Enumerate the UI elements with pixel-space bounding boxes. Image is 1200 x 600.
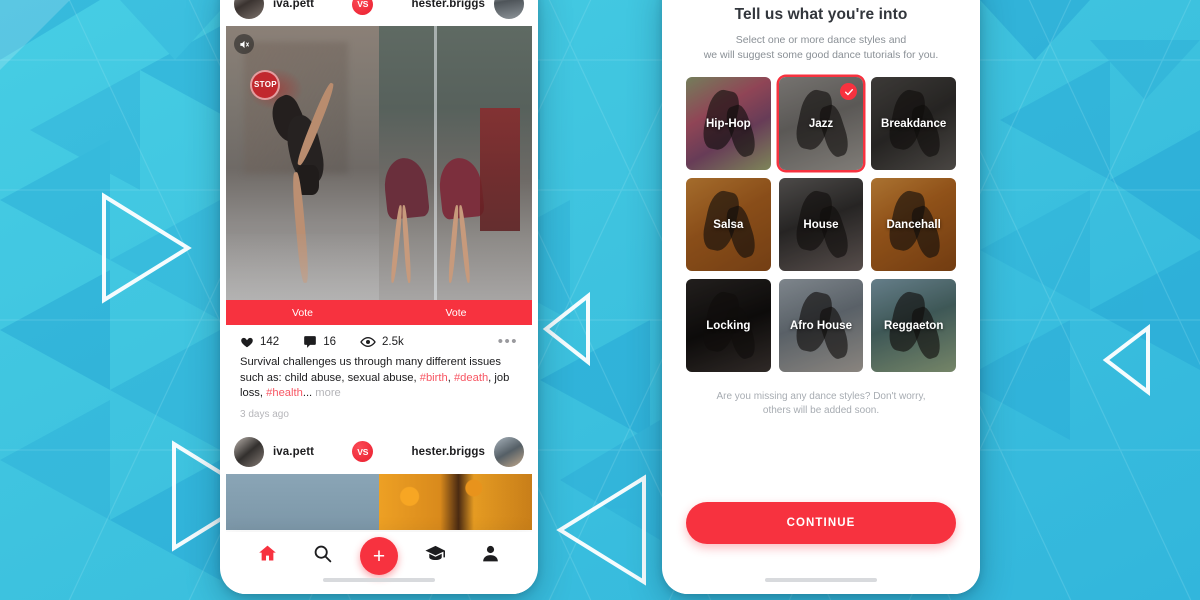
style-card-label: Afro House [790,319,852,332]
style-card-label: Hip-Hop [705,117,751,130]
subtitle-line-1: Select one or more dance styles and [735,34,907,46]
style-card-hip-hop[interactable]: Hip-Hop [686,77,771,170]
dancer-reflection [382,155,434,284]
page-subtitle: Select one or more dance styles and we w… [686,24,956,62]
person-icon [480,543,501,569]
username-left[interactable]: iva.pett [273,446,314,458]
feed-list[interactable]: iva.pett VS hester.briggs STOP Vote Vote… [226,0,532,594]
style-card-label: Salsa [713,218,744,231]
post-caption: Survival challenges us through many diff… [226,355,532,402]
username-right[interactable]: hester.briggs [411,446,485,458]
username-right[interactable]: hester.briggs [411,0,485,10]
style-card-label: House [803,218,839,231]
wet-pavement [226,234,379,300]
page-title: Tell us what you're into [734,6,908,23]
dance-style-grid: Hip-Hop Jazz Breakdance Salsa House Danc… [686,77,956,372]
media-right-dancer-window[interactable] [379,26,532,300]
vs-badge: VS [352,0,374,15]
view-count: 2.5k [381,336,404,348]
post-media-versus[interactable] [226,473,532,530]
nav-profile-button[interactable] [474,539,508,573]
nav-create-button[interactable]: + [359,537,398,575]
style-card-label: Jazz [808,117,834,130]
heart-icon [240,335,254,349]
like-count: 142 [260,336,280,348]
subtitle-line-2: we will suggest some good dance tutorial… [703,48,939,61]
more-horizontal-icon[interactable]: ••• [498,334,518,349]
check-icon [840,83,858,100]
caption-ellipsis: ... [302,387,316,399]
graduation-cap-icon [424,542,447,570]
post-media-versus[interactable]: STOP [226,26,532,300]
search-icon [312,543,333,569]
speaker-mute-icon[interactable] [234,34,254,54]
vote-left-button[interactable]: Vote [226,300,379,325]
style-card-jazz[interactable]: Jazz [778,77,864,170]
comment-icon [303,335,317,349]
comment-stat[interactable]: 16 [303,335,336,349]
avatar[interactable] [234,0,264,19]
dancer-figure [437,155,489,284]
style-card-afro-house[interactable]: Afro House [778,279,864,372]
hashtag-health[interactable]: #health [266,387,303,399]
caption-more-link[interactable]: more [315,387,341,399]
post-header: iva.pett VS hester.briggs [226,0,532,26]
avatar[interactable] [494,436,524,467]
post-header: iva.pett VS hester.briggs [226,429,532,474]
avatar[interactable] [494,0,524,19]
post-timestamp: 3 days ago [240,408,289,420]
onboarding-screen: Tell us what you're into Select one or m… [668,0,974,594]
note-line-1: Are you missing any dance styles? Don't … [716,391,926,402]
hashtag-death[interactable]: #death [454,372,488,384]
phone-right-onboarding: Tell us what you're into Select one or m… [662,0,980,594]
media-left-sky[interactable] [226,473,379,530]
plus-icon: + [372,544,386,568]
nav-search-button[interactable] [305,539,339,573]
vote-right-button[interactable]: Vote [379,300,532,325]
phone-left-feed: iva.pett VS hester.briggs STOP Vote Vote… [220,0,538,594]
missing-styles-note: Are you missing any dance styles? Don't … [686,390,956,418]
note-line-2: others will be added soon. [762,405,880,416]
media-right-autumn[interactable] [379,473,532,530]
style-card-label: Breakdance [881,117,947,130]
eye-icon [360,334,376,350]
home-indicator [323,578,435,582]
post-stats: 142 16 2.5k ••• [226,325,532,355]
style-card-dancehall[interactable]: Dancehall [871,178,956,271]
background-graphic [0,0,1200,600]
style-card-locking[interactable]: Locking [686,279,771,372]
style-card-label: Locking [706,319,751,332]
continue-button-wrap: CONTINUE [686,502,956,544]
username-left[interactable]: iva.pett [273,0,314,10]
nav-home-button[interactable] [250,539,284,573]
avatar[interactable] [234,436,264,467]
vs-badge: VS [352,441,374,462]
like-stat[interactable]: 142 [240,335,279,349]
onboarding-content: Tell us what you're into Select one or m… [668,0,974,594]
bottom-navigation: + [226,532,532,594]
view-stat: 2.5k [360,334,404,350]
nav-learn-button[interactable] [419,539,453,573]
feed-screen: iva.pett VS hester.briggs STOP Vote Vote… [226,0,532,594]
home-indicator [765,578,877,582]
comment-count: 16 [323,336,336,348]
style-card-reggaeton[interactable]: Reggaeton [871,279,956,372]
style-card-salsa[interactable]: Salsa [686,178,771,271]
style-card-label: Reggaeton [883,319,944,332]
style-card-label: Dancehall [886,218,941,231]
style-card-house[interactable]: House [778,178,864,271]
style-card-breakdance[interactable]: Breakdance [871,77,956,170]
media-left-dancer-rain[interactable]: STOP [226,26,379,300]
hashtag-birth[interactable]: #birth [420,372,448,384]
vote-row: Vote Vote [226,300,532,325]
continue-button[interactable]: CONTINUE [686,502,956,544]
home-icon [257,543,278,569]
